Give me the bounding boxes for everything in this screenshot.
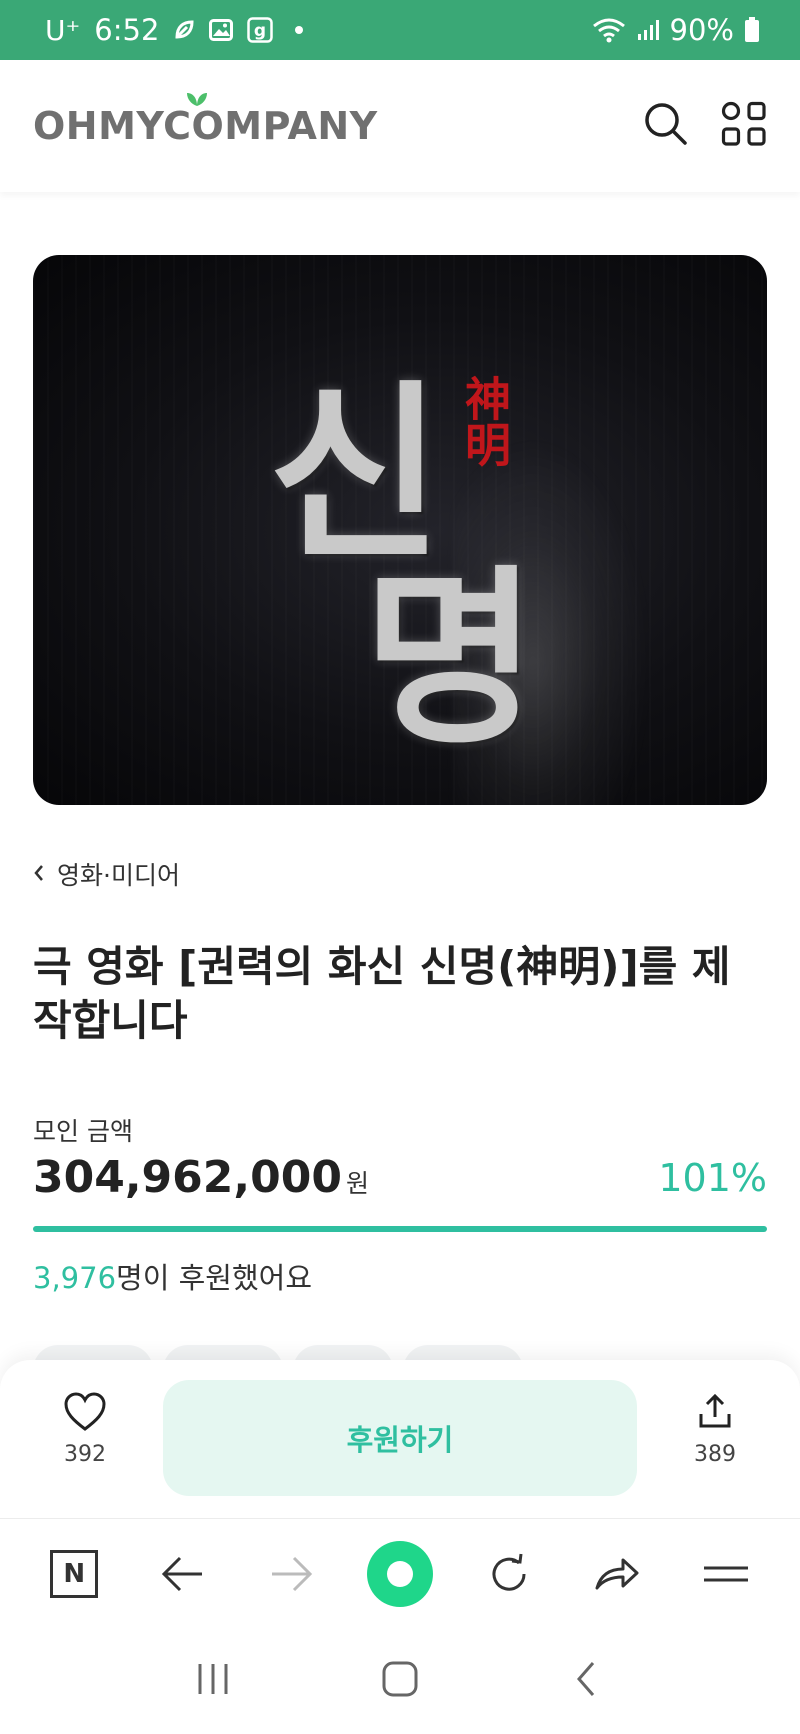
recent-apps-button[interactable]	[193, 1659, 233, 1703]
logo-text: OHMYCOMPANY	[33, 104, 378, 148]
status-time: 6:52	[94, 13, 160, 47]
share-icon	[695, 1393, 735, 1436]
gallery-icon	[209, 19, 234, 41]
funding-progress-bar	[33, 1226, 767, 1232]
like-count: 392	[64, 1442, 106, 1467]
g-app-icon: g	[247, 17, 274, 43]
home-square-icon	[382, 1661, 418, 1697]
system-navigation	[0, 1628, 800, 1734]
signal-icon	[636, 18, 660, 42]
logo-sprout-icon	[187, 93, 207, 106]
hero-hanja: 神明	[458, 375, 512, 467]
funding-progress-fill	[33, 1226, 767, 1232]
refresh-button[interactable]	[469, 1534, 549, 1614]
breadcrumb[interactable]: 영화·미디어	[33, 856, 180, 892]
hamburger-icon	[703, 1566, 748, 1581]
home-button[interactable]	[360, 1534, 440, 1614]
share-button[interactable]: 389	[675, 1392, 755, 1467]
funding-percent: 101%	[658, 1156, 767, 1200]
supporters-suffix: 명이 후원했어요	[116, 1261, 313, 1295]
support-button[interactable]: 후원하기	[163, 1380, 637, 1496]
naver-button[interactable]: N	[34, 1534, 114, 1614]
back-chevron-icon	[576, 1662, 594, 1696]
browser-toolbar: N	[0, 1518, 800, 1628]
back-nav-button[interactable]	[567, 1659, 607, 1703]
naver-n-icon: N	[50, 1549, 99, 1598]
menu-grid-icon[interactable]	[721, 101, 767, 151]
project-action-bar: 392 후원하기 389	[0, 1360, 800, 1518]
funding-label: 모인 금액	[33, 1117, 133, 1146]
project-hero-image[interactable]: 신 명 神明	[33, 255, 767, 805]
funding-amount: 304,962,000	[33, 1152, 342, 1203]
ohmycompany-logo[interactable]: OHMYCOMPANY	[33, 93, 378, 148]
home-nav-button[interactable]	[380, 1659, 420, 1703]
status-left: U⁺ 6:52 g	[45, 13, 304, 47]
share-arrow-icon	[595, 1558, 639, 1589]
arrow-right-icon	[272, 1556, 313, 1591]
funding-row: 304,962,000 원 101%	[33, 1150, 767, 1206]
svg-text:g: g	[254, 21, 266, 41]
like-button[interactable]: 392	[45, 1392, 125, 1467]
supporters-text: 3,976명이 후원했어요	[33, 1255, 312, 1297]
heart-icon	[63, 1392, 107, 1436]
battery-icon	[744, 17, 760, 43]
site-header: OHMYCOMPANY	[0, 60, 800, 192]
browser-menu-button[interactable]	[686, 1534, 766, 1614]
hero-title-syllable-2: 명	[363, 547, 538, 770]
supporters-count: 3,976	[33, 1261, 117, 1295]
share-page-button[interactable]	[577, 1534, 657, 1614]
forward-button[interactable]	[251, 1534, 331, 1614]
battery-percent: 90%	[669, 13, 734, 47]
carrier-label: U⁺	[45, 13, 81, 47]
share-count: 389	[694, 1442, 736, 1467]
recent-apps-icon	[198, 1664, 228, 1694]
refresh-icon	[492, 1553, 526, 1591]
wifi-icon	[592, 17, 626, 43]
status-right: 90%	[592, 13, 760, 47]
breadcrumb-category: 영화·미디어	[57, 861, 180, 890]
back-button[interactable]	[143, 1534, 223, 1614]
project-title: 극 영화 [권력의 화신 신명(神明)]를 제작합니다	[33, 942, 731, 1045]
funding-unit: 원	[345, 1169, 369, 1198]
leaf-icon	[173, 19, 195, 41]
home-circle-icon	[366, 1540, 433, 1607]
status-bar: U⁺ 6:52 g 90%	[0, 0, 800, 60]
chevron-left-icon	[33, 860, 45, 889]
arrow-left-icon	[161, 1556, 202, 1591]
header-actions	[643, 101, 767, 151]
search-icon[interactable]	[643, 101, 689, 151]
notification-dot	[295, 26, 304, 34]
hero-title: 신 명	[33, 255, 767, 805]
